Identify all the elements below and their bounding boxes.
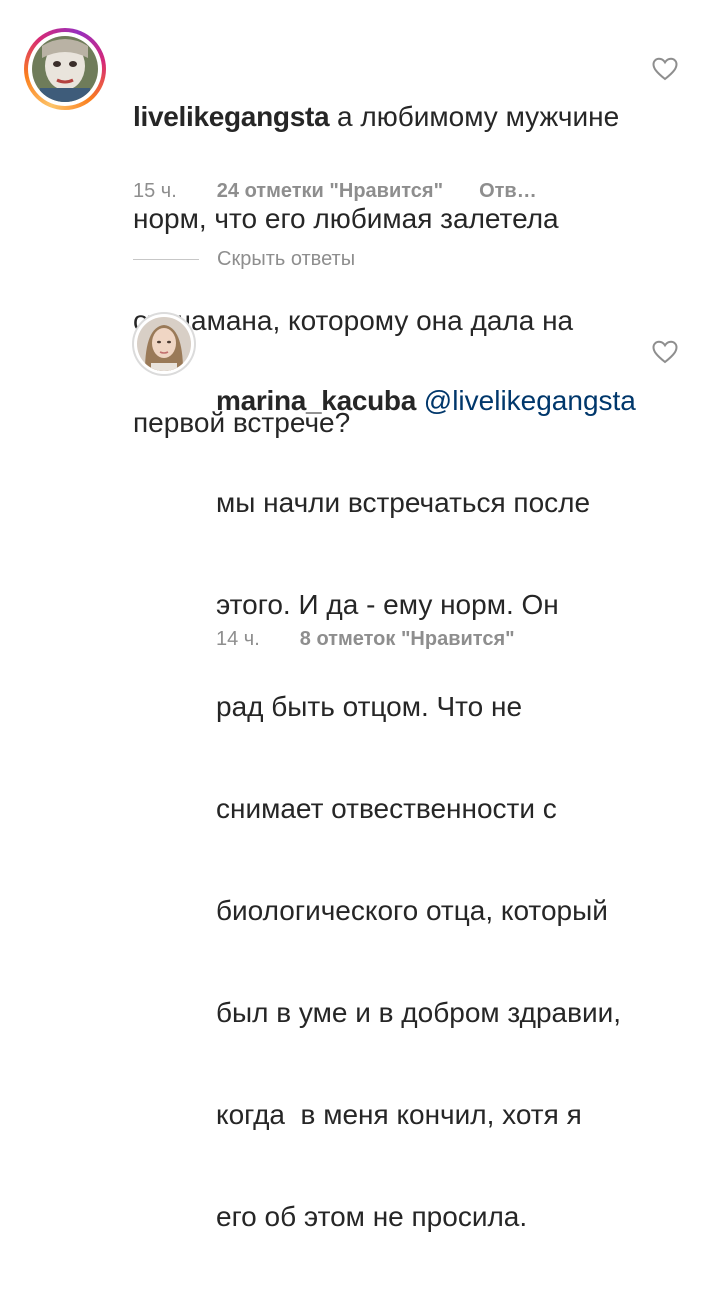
mention-link[interactable]: @livelikegangsta [424,385,636,416]
timestamp: 14 ч. [216,628,260,650]
comment-line: мы начли встречаться после [216,487,591,518]
comment-line: биологического отца, который [216,895,608,926]
avatar[interactable] [132,312,196,376]
reply-button[interactable]: Отв… [479,180,537,203]
username[interactable]: marina_kacuba [216,385,416,416]
comment-text: marina_kacuba @livelikegangsta мы начли … [216,316,656,1302]
avatar-mime-face-icon [32,36,98,102]
heart-outline-icon[interactable] [652,340,678,364]
timestamp: 15 ч. [133,180,177,202]
hide-replies-button[interactable]: Скрыть ответы [133,248,355,271]
comment-line: а любимому мужчине [337,101,620,132]
hide-replies-label: Скрыть ответы [217,248,356,270]
divider [133,259,199,260]
comment-marina-kacuba: marina_kacuba @livelikegangsta мы начли … [0,300,720,1232]
comment-meta: 15 ч. 24 отметки "Нравится" Отв… [133,180,537,203]
comment-livelikegangsta: livelikegangsta а любимому мужчине норм,… [0,0,720,438]
avatar-woman-portrait-icon [137,317,191,371]
username[interactable]: livelikegangsta [133,101,330,132]
likes-count[interactable]: 24 отметки "Нравится" [217,180,443,203]
comment-meta: 14 ч. 8 отметок "Нравится" [216,628,515,651]
heart-outline-icon[interactable] [652,57,678,81]
likes-count[interactable]: 8 отметок "Нравится" [300,628,515,651]
comment-line: снимает отвественности с [216,793,557,824]
comment-line: норм, что его любимая залетела [133,203,559,234]
comment-line: рад быть отцом. Что не [216,691,523,722]
comment-line: его об этом не просила. [216,1201,528,1232]
comment-line: этого. И да - ему норм. Он [216,589,559,620]
avatar[interactable] [24,28,106,110]
comment-line: когда в меня кончил, хотя я [216,1099,582,1130]
comment-line: был в уме и в добром здравии, [216,997,622,1028]
